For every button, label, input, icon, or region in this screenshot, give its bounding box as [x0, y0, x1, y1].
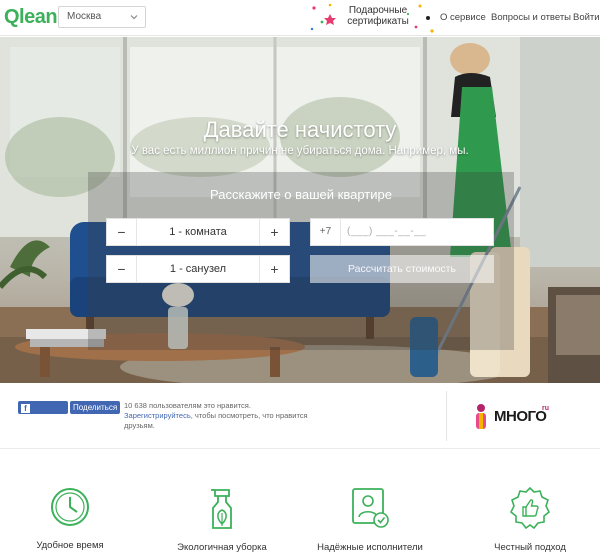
feature-label: Удобное время [36, 540, 104, 551]
register-link[interactable]: Зарегистрируйтесь [124, 411, 191, 420]
feature-label: Честный подход [494, 542, 566, 553]
mnogo-figure-icon [476, 404, 486, 429]
mnogo-logo-text: МНОГО [494, 408, 547, 425]
facebook-like-button[interactable]: f Нравится [18, 401, 68, 425]
spray-bottle-icon [211, 489, 232, 529]
hero-subtitle: У вас есть миллион причин не убираться д… [131, 145, 469, 157]
mnogo-ru-logo[interactable]: МНОГО ru [472, 403, 562, 433]
facebook-like-label: Нравится [21, 416, 57, 425]
hero-title: Давайте начистоту [203, 117, 397, 142]
like-count-text: 10 638 пользователям это нравится. [124, 401, 251, 410]
gift-certificates-link[interactable]: Подарочные сертификаты [308, 0, 436, 36]
hero-section: Давайте начистоту У вас есть миллион при… [0, 37, 600, 383]
bathrooms-value: 1 - санузел [169, 263, 227, 275]
verified-person-icon [352, 488, 389, 528]
phone-prefix: +7 [311, 219, 341, 245]
rooms-increment-button[interactable]: + [259, 219, 289, 245]
top-header: Qlean Москва Подарочные сертификаты О се… [0, 0, 600, 36]
feature-reliable-workers: Надёжные исполнители [300, 486, 440, 553]
nav-login[interactable]: Войти [573, 12, 600, 23]
bathrooms-stepper: − 1 - санузел + [106, 255, 290, 283]
mnogo-logo-suffix: ru [542, 405, 549, 412]
thumbs-up-badge-icon [509, 486, 551, 530]
calculate-price-button[interactable]: Рассчитать стоимость [310, 255, 494, 283]
vertical-divider [446, 391, 447, 441]
feature-convenient-time: Удобное время [0, 486, 140, 551]
features-section: Удобное время Экологичная уборка Надёжны… [0, 450, 600, 555]
feature-eco-cleaning: Экологичная уборка [152, 486, 292, 553]
gift-certificates-label: Подарочные сертификаты [347, 5, 409, 27]
facebook-like-count: 10 638 пользователям это нравится. Зарег… [124, 401, 334, 431]
chevron-down-icon [130, 15, 138, 20]
city-select-value: Москва [67, 11, 102, 22]
feature-label: Экологичная уборка [177, 542, 267, 553]
nav-about[interactable]: О сервисе [440, 12, 486, 23]
bathrooms-decrement-button[interactable]: − [107, 256, 137, 282]
facebook-icon: f [21, 404, 30, 413]
city-select[interactable]: Москва [58, 6, 146, 28]
rooms-decrement-button[interactable]: − [107, 219, 137, 245]
feature-label: Надёжные исполнители [317, 542, 423, 553]
phone-mask-placeholder: (___) ___-__-__ [347, 226, 427, 237]
rooms-stepper: − 1 - комната + [106, 218, 290, 246]
apartment-form-title: Расскажите о вашей квартире [210, 187, 392, 202]
clock-icon [51, 488, 89, 526]
phone-input[interactable]: +7 (___) ___-__-__ [310, 218, 494, 246]
facebook-share-button[interactable]: Поделиться [70, 401, 120, 414]
rooms-value: 1 - комната [169, 226, 227, 238]
social-strip: f Нравится Поделиться 10 638 пользователя… [0, 383, 600, 449]
bathrooms-increment-button[interactable]: + [259, 256, 289, 282]
nav-faq[interactable]: Вопросы и ответы [491, 12, 571, 23]
feature-honest-approach: Честный подход [460, 486, 600, 553]
qlean-logo[interactable]: Qlean [4, 6, 58, 29]
